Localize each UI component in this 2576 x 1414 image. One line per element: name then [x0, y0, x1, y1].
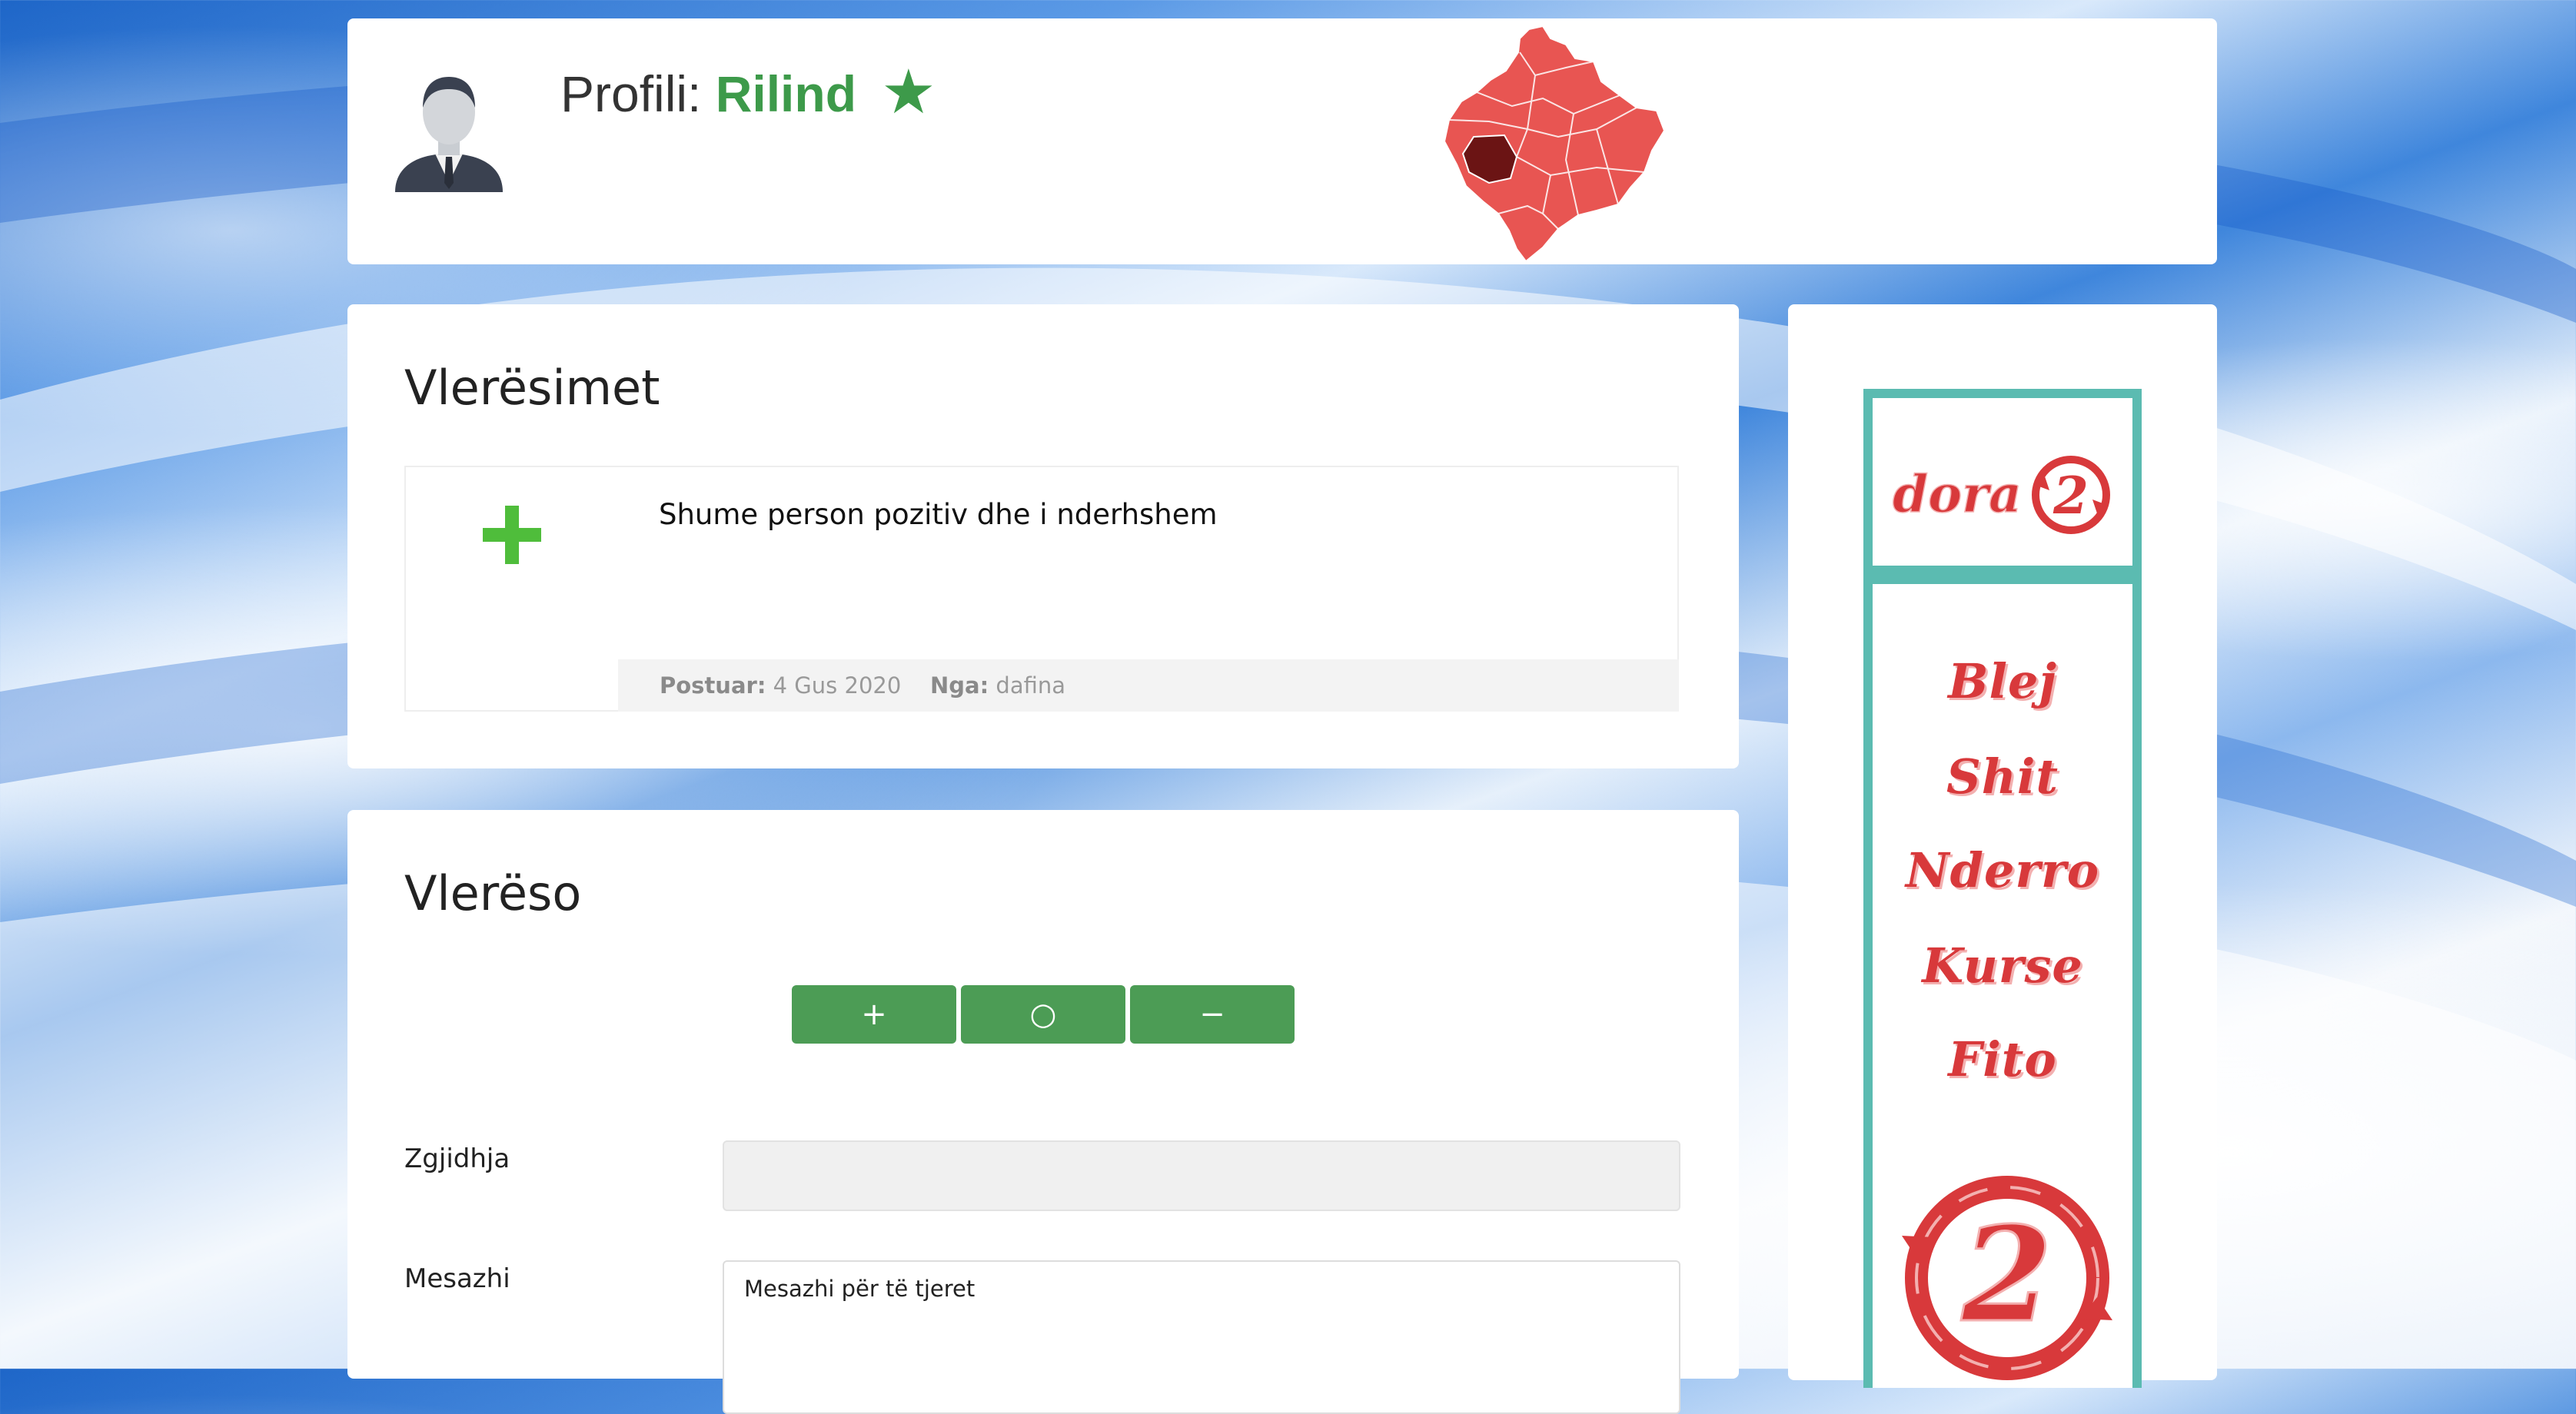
- message-textarea[interactable]: Mesazhi për të tjeret: [723, 1260, 1680, 1414]
- rate-negative-button[interactable]: −: [1130, 985, 1295, 1044]
- posted-date: 4 Gus 2020: [773, 672, 902, 699]
- profile-title: Profili: Rilind: [560, 65, 856, 123]
- posted-label: Postuar:: [660, 672, 766, 699]
- profile-header-card: Profili: Rilind ★: [347, 18, 2217, 264]
- choice-field[interactable]: [723, 1140, 1680, 1211]
- dora2-logo-icon: dora 2: [1892, 456, 2110, 534]
- ad-divider: [1873, 566, 2132, 584]
- dora2-circle-logo-icon: 2: [1902, 1176, 2112, 1380]
- kosovo-map-icon[interactable]: [1443, 22, 1674, 264]
- dora2-ad-banner[interactable]: dora 2 Blej Shit Nderro Kurse Fito 2: [1863, 389, 2142, 1388]
- message-label: Mesazhi: [404, 1263, 510, 1294]
- plus-icon: [483, 506, 541, 564]
- rating-from: Nga: dafina: [930, 659, 1065, 712]
- ad-word-blej: Blej: [1948, 653, 2057, 709]
- choice-label: Zgjidhja: [404, 1143, 510, 1174]
- rating-text: Shume person pozitiv dhe i nderhshem: [659, 498, 1218, 531]
- ad-word-kurse: Kurse: [1922, 938, 2083, 994]
- ad-word-nderro: Nderro: [1905, 842, 2100, 898]
- dora-logo-text: dora: [1893, 464, 2022, 524]
- from-label: Nga:: [930, 672, 989, 699]
- ad-card: dora 2 Blej Shit Nderro Kurse Fito 2: [1788, 304, 2217, 1388]
- from-user[interactable]: dafina: [995, 672, 1065, 699]
- profile-title-prefix: Profili:: [560, 65, 702, 122]
- ad-word-fito: Fito: [1948, 1031, 2057, 1087]
- rating-meta: Postuar: 4 Gus 2020 Nga: dafina: [618, 659, 1679, 712]
- avatar-icon: [387, 68, 510, 192]
- rate-positive-button[interactable]: +: [792, 985, 956, 1044]
- profile-username[interactable]: Rilind: [716, 65, 856, 122]
- ratings-title: Vlerësimet: [404, 360, 660, 416]
- rating-posted: Postuar: 4 Gus 2020: [660, 659, 901, 712]
- rate-neutral-button[interactable]: ○: [961, 985, 1125, 1044]
- ratings-card: Vlerësimet Shume person pozitiv dhe i nd…: [347, 304, 1739, 768]
- rate-title: Vlerëso: [404, 865, 582, 921]
- big-logo-number: 2: [1961, 1198, 2052, 1352]
- star-icon: ★: [881, 56, 936, 128]
- rating-item: Shume person pozitiv dhe i nderhshem Pos…: [404, 466, 1679, 712]
- ad-word-shit: Shit: [1946, 748, 2059, 805]
- dora-logo-number: 2: [2052, 466, 2089, 526]
- rate-card: Vlerëso + ○ − Zgjidhja Mesazhi Mesazhi p…: [347, 810, 1739, 1414]
